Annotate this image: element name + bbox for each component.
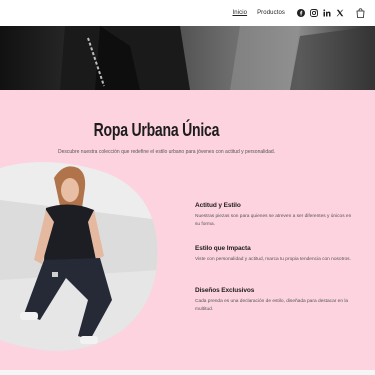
facebook-icon[interactable] (297, 9, 305, 17)
site-header: Inicio Productos (0, 0, 375, 26)
model-photo (0, 160, 160, 352)
nav-link-inicio[interactable]: Inicio (232, 10, 247, 16)
section-subtitle: Descubre nuestra colección que redefine … (58, 149, 276, 155)
linkedin-icon[interactable] (323, 9, 331, 17)
feature-item: Actitud y Estilo Nuestras piezas son par… (195, 202, 355, 229)
feature-title: Diseños Exclusivos (195, 287, 255, 294)
feature-text: Viste con personalidad y actitud, marca … (195, 257, 351, 262)
social-links (297, 9, 349, 17)
nav-link-productos[interactable]: Productos (257, 10, 285, 16)
instagram-icon[interactable] (310, 9, 318, 17)
collection-section: Ropa Urbana Única Descubre nuestra colec… (0, 90, 375, 370)
feature-title: Estilo que Impacta (195, 245, 251, 252)
feature-item: Diseños Exclusivos Cada prenda es una de… (195, 287, 355, 314)
shopping-bag-icon[interactable] (356, 8, 365, 18)
next-section-edge (0, 370, 375, 375)
feature-text: Cada prenda es una declaración de estilo… (195, 299, 349, 312)
hero-image (0, 26, 375, 90)
feature-item: Estilo que Impacta Viste con personalida… (195, 245, 355, 264)
main-nav: Inicio Productos (232, 8, 365, 18)
feature-title: Actitud y Estilo (195, 202, 241, 209)
feature-text: Nuestras piezas son para quienes se atre… (195, 214, 352, 227)
x-icon[interactable] (336, 9, 344, 17)
section-title: Ropa Urbana Única (93, 120, 220, 140)
